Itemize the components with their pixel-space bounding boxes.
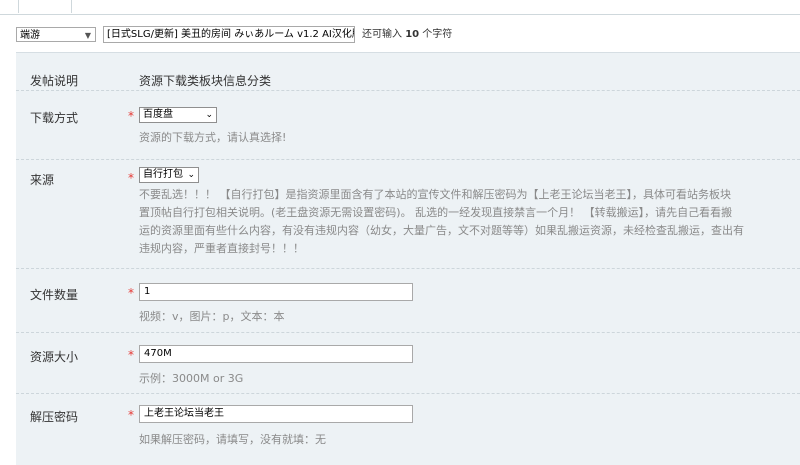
chevron-down-icon: ⌄	[205, 110, 213, 120]
resource-size-label: 资源大小	[30, 350, 79, 364]
resource-size-hint: 示例：3000M or 3G	[139, 372, 244, 385]
resource-size-row: 资源大小 * 470M 示例：3000M or 3G	[16, 332, 800, 394]
subject-value: [日式SLG/更新] 美丑的房间 みぃあルーム v1.2 AI汉化版	[107, 29, 355, 40]
file-count-label: 文件数量	[30, 288, 79, 302]
unzip-password-label: 解压密码	[30, 410, 79, 424]
download-method-hint: 资源的下载方式，请认真选择!	[139, 131, 287, 144]
required-mark: *	[128, 109, 134, 123]
resource-size-input[interactable]: 470M	[139, 345, 413, 363]
download-method-row: 下载方式 * 百度盘 ⌄ 资源的下载方式，请认真选择!	[16, 90, 800, 160]
char-count-tip: 还可输入 10 个字符	[362, 27, 452, 42]
unzip-password-row: 解压密码 * 上老王论坛当老王 如果解压密码，请填写，没有就填：无	[16, 393, 800, 465]
required-mark: *	[128, 348, 134, 362]
source-row: 来源 * 自行打包 ⌄ 不要乱选！！！ 【自行打包】是指资源里面含有了本站的宣传…	[16, 159, 800, 269]
resource-size-value: 470M	[144, 348, 172, 359]
post-info-text: 资源下载类板块信息分类	[139, 74, 272, 88]
char-tip-prefix: 还可输入	[362, 29, 406, 40]
file-count-value: 1	[144, 286, 151, 297]
source-hint-line: 运的资源里面有些什么内容，有没有违规内容（幼女，大量广告，文不对题等等）如果乱搬…	[139, 224, 744, 237]
unzip-password-value: 上老王论坛当老王	[144, 408, 224, 419]
download-method-label: 下载方式	[30, 111, 79, 125]
chevron-down-icon: ▼	[84, 31, 91, 40]
subject-input[interactable]: [日式SLG/更新] 美丑的房间 みぃあルーム v1.2 AI汉化版	[103, 26, 355, 43]
file-count-row: 文件数量 * 1 视频：v，图片：p，文本：本	[16, 268, 800, 333]
source-select[interactable]: 自行打包 ⌄	[139, 167, 199, 183]
download-method-value: 百度盘	[143, 109, 173, 120]
source-hint-line: 违规内容，严重者直接封号！！！	[139, 242, 304, 255]
chevron-down-icon: ⌄	[187, 170, 195, 180]
source-value: 自行打包	[143, 169, 183, 180]
source-label: 来源	[30, 173, 55, 187]
unzip-password-input[interactable]: 上老王论坛当老王	[139, 405, 413, 423]
required-mark: *	[128, 408, 134, 422]
source-hint-line: 置顶帖自行打包相关说明。(老王盘资源无需设置密码)。 乱选的一经发现直接禁言一个…	[139, 206, 733, 219]
char-tip-suffix: 个字符	[419, 29, 453, 40]
required-mark: *	[128, 171, 134, 185]
top-tab-bar	[0, 0, 800, 15]
source-hint-line: 不要乱选！！！ 【自行打包】是指资源里面含有了本站的宣传文件和解压密码为【上老王…	[139, 188, 731, 201]
post-info-label: 发帖说明	[30, 74, 79, 88]
active-tab[interactable]	[18, 0, 72, 13]
file-count-hint: 视频：v，图片：p，文本：本	[139, 310, 285, 323]
post-form-panel: 发帖说明 资源下载类板块信息分类 下载方式 * 百度盘 ⌄ 资源的下载方式，请认…	[16, 52, 800, 465]
char-tip-count: 10	[405, 29, 420, 40]
topic-type-select[interactable]: 端游 ▼	[16, 27, 96, 42]
file-count-input[interactable]: 1	[139, 283, 413, 301]
required-mark: *	[128, 286, 134, 300]
unzip-password-hint: 如果解压密码，请填写，没有就填：无	[139, 433, 326, 446]
topic-type-value: 端游	[20, 30, 40, 41]
post-info-row: 发帖说明 资源下载类板块信息分类	[16, 53, 800, 91]
download-method-select[interactable]: 百度盘 ⌄	[139, 107, 217, 123]
